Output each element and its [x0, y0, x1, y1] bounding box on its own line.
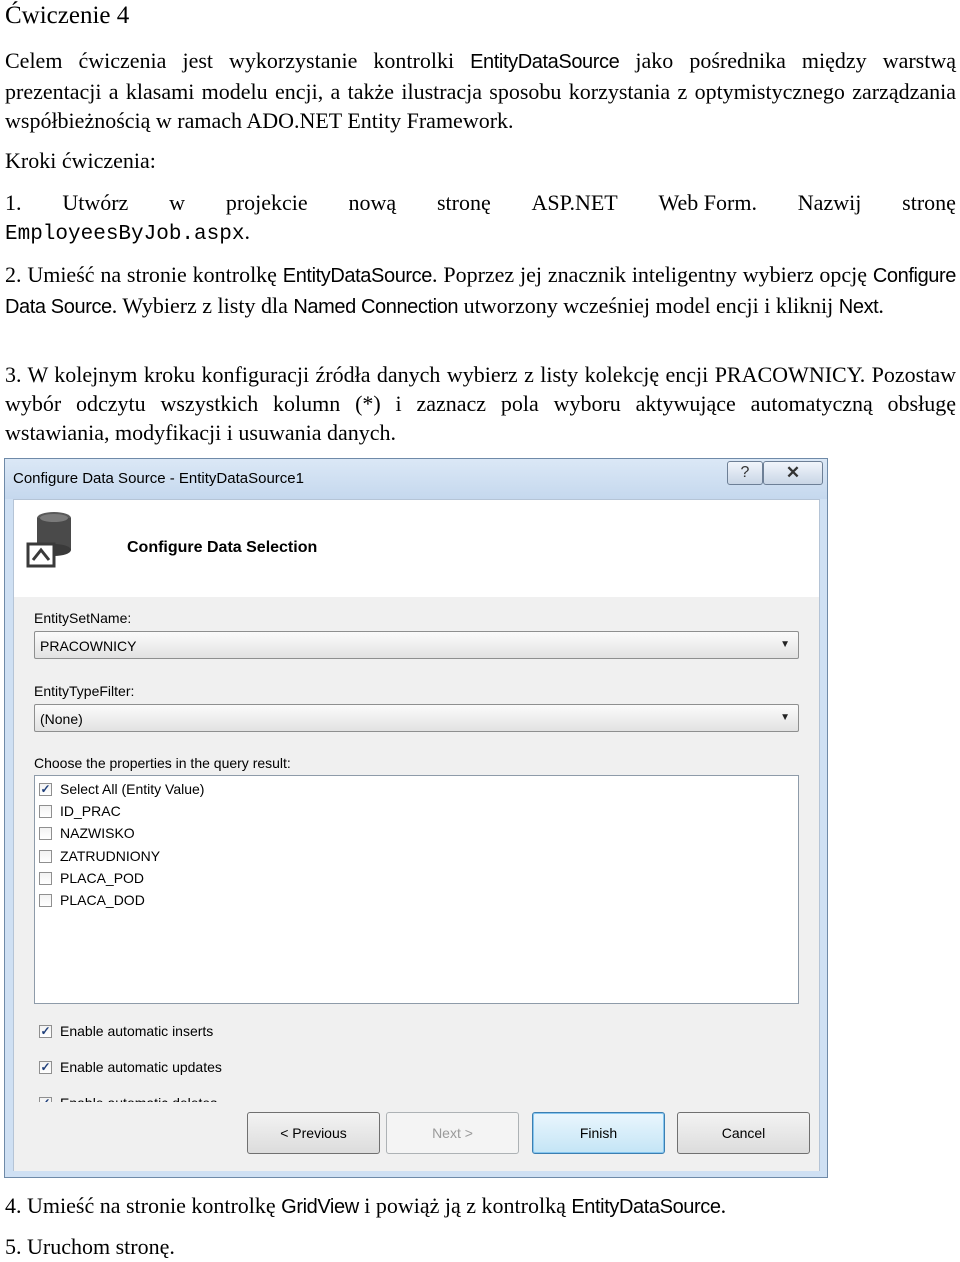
dialog-title: Configure Data Source - EntityDataSource… [13, 470, 304, 487]
configure-data-source-dialog: Configure Data Source - EntityDataSource… [4, 458, 828, 1178]
help-button[interactable]: ? [727, 461, 763, 485]
entity-set-label: EntitySetName: [34, 610, 132, 626]
page-title: Ćwiczenie 4 [5, 2, 130, 29]
list-item[interactable]: NAZWISKO [39, 823, 135, 843]
step-1-line: 1. Utwórz w projekcie nową stronę ASP.NE… [5, 190, 956, 215]
entity-set-dropdown[interactable]: PRACOWNICY ▼ [34, 631, 799, 659]
cancel-button[interactable]: Cancel [677, 1112, 810, 1154]
checkbox-checked[interactable]: ✓ [39, 782, 52, 796]
properties-label: Choose the properties in the query resul… [34, 755, 291, 771]
chevron-down-icon: ▼ [780, 712, 790, 723]
database-icon [26, 512, 71, 568]
checkbox-checked[interactable]: ✓ [39, 1060, 52, 1074]
enable-updates-option[interactable]: ✓ Enable automatic updates [39, 1056, 222, 1078]
close-button[interactable]: ✕ [763, 461, 823, 485]
list-item[interactable]: PLACA_POD [39, 868, 144, 888]
step-5: 5. Uruchom stronę. [5, 1234, 175, 1259]
list-item[interactable]: PLACA_DOD [39, 890, 145, 910]
previous-button[interactable]: < Previous [247, 1112, 380, 1154]
checkbox[interactable] [39, 871, 52, 885]
next-button[interactable]: Next > [386, 1112, 519, 1154]
dialog-titlebar: Configure Data Source - EntityDataSource… [5, 459, 827, 499]
intro-paragraph: Celem ćwiczenia jest wykorzystanie kontr… [5, 48, 957, 133]
checkbox-checked[interactable]: ✓ [39, 1024, 52, 1038]
chevron-down-icon: ▼ [780, 639, 790, 650]
dialog-client-area: Configure Data Selection EntitySetName: … [13, 499, 820, 1171]
step-3: 3. W kolejnym kroku konfiguracji źródła … [5, 362, 956, 445]
properties-list[interactable]: ✓ Select All (Entity Value) ID_PRAC NAZWI… [34, 775, 799, 1004]
entity-type-dropdown[interactable]: (None) ▼ [34, 704, 799, 732]
finish-button[interactable]: Finish [532, 1112, 665, 1154]
wizard-footer: < Previous Next > Finish Cancel [14, 1102, 819, 1171]
steps-label: Kroki ćwiczenia: [5, 148, 156, 173]
checkbox[interactable] [39, 849, 52, 863]
checkbox[interactable] [39, 826, 52, 840]
wizard-header-title: Configure Data Selection [127, 539, 318, 556]
checkbox[interactable] [39, 893, 52, 907]
enable-inserts-option[interactable]: ✓ Enable automatic inserts [39, 1020, 213, 1042]
list-item[interactable]: ✓ Select All (Entity Value) [39, 779, 204, 799]
step-4: 4. Umieść na stronie kontrolkę GridView … [5, 1193, 727, 1218]
step-2: 2. Umieść na stronie kontrolkę EntityDat… [5, 262, 956, 318]
checkbox[interactable] [39, 804, 52, 818]
step-1-filename-line: EmployeesByJob.aspx. [5, 219, 250, 246]
wizard-header: Configure Data Selection [14, 500, 819, 597]
list-item[interactable]: ZATRUDNIONY [39, 846, 160, 866]
list-item[interactable]: ID_PRAC [39, 801, 121, 821]
filename: EmployeesByJob.aspx [5, 223, 245, 246]
step-1: 1. Utwórz w projekcie nową stronę ASP.NE… [5, 188, 956, 249]
entity-type-label: EntityTypeFilter: [34, 683, 135, 699]
